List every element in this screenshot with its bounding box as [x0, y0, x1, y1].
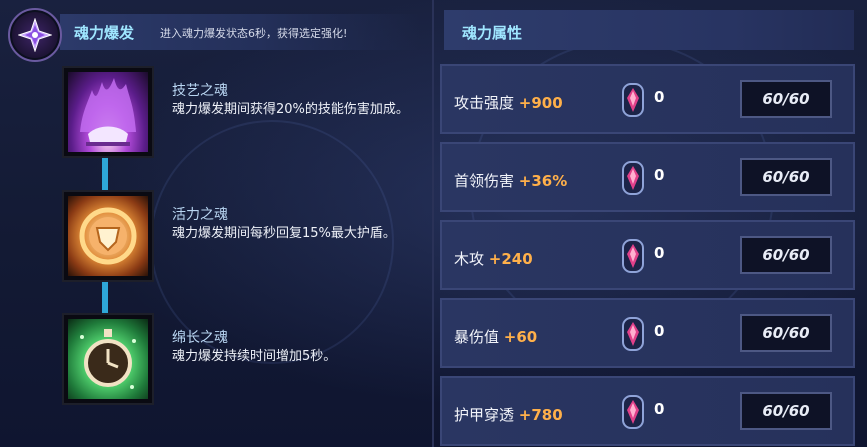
- gem-count: 0: [654, 88, 665, 106]
- attributes-title: 魂力属性: [462, 24, 523, 42]
- attribute-name: 攻击强度 +900: [454, 94, 563, 112]
- soul-burst-title: 魂力爆发: [74, 24, 135, 42]
- attribute-name: 木攻 +240: [454, 250, 533, 268]
- attribute-row[interactable]: 护甲穿透 +780 0 60/60: [440, 376, 855, 446]
- attribute-row[interactable]: 攻击强度 +900 0 60/60: [440, 64, 855, 134]
- skill-description: 魂力爆发持续时间增加5秒。: [172, 349, 337, 364]
- soul-gem-icon: [622, 395, 644, 429]
- gem-count: 0: [654, 166, 665, 184]
- gem-count: 0: [654, 244, 665, 262]
- attribute-cap: 60/60: [740, 314, 832, 352]
- attribute-name: 护甲穿透 +780: [454, 406, 563, 424]
- attribute-cap: 60/60: [740, 158, 832, 196]
- soul-crystal-icon[interactable]: [8, 8, 62, 62]
- attribute-bonus: +36%: [518, 172, 568, 190]
- soul-gem-icon: [622, 161, 644, 195]
- attribute-cap: 60/60: [740, 80, 832, 118]
- skill-description: 魂力爆发期间获得20%的技能伤害加成。: [172, 102, 409, 117]
- skill-connector: [102, 156, 108, 190]
- attribute-name: 暴伤值 +60: [454, 328, 538, 346]
- attribute-name: 首领伤害 +36%: [454, 172, 568, 190]
- attribute-row[interactable]: 木攻 +240 0 60/60: [440, 220, 855, 290]
- soul-burst-description: 进入魂力爆发状态6秒，获得选定强化!: [160, 27, 348, 40]
- green-stopwatch-icon[interactable]: [62, 313, 154, 405]
- gem-count: 0: [654, 400, 665, 418]
- gem-count: 0: [654, 322, 665, 340]
- attribute-row[interactable]: 暴伤值 +60 0 60/60: [440, 298, 855, 368]
- purple-flame-icon[interactable]: [62, 66, 154, 158]
- soul-gem-icon: [622, 317, 644, 351]
- attribute-bonus: +780: [518, 406, 563, 424]
- soul-gem-icon: [622, 239, 644, 273]
- golden-shield-icon[interactable]: [62, 190, 154, 282]
- skill-name: 技艺之魂: [172, 83, 228, 99]
- attribute-cap: 60/60: [740, 392, 832, 430]
- attribute-cap: 60/60: [740, 236, 832, 274]
- attribute-bonus: +900: [518, 94, 563, 112]
- skill-description: 魂力爆发期间每秒回复15%最大护盾。: [172, 226, 396, 241]
- attribute-bonus: +60: [503, 328, 538, 346]
- panel-divider: [432, 0, 434, 447]
- skill-name: 绵长之魂: [172, 330, 228, 346]
- skill-name: 活力之魂: [172, 207, 228, 223]
- attribute-bonus: +240: [488, 250, 533, 268]
- soul-gem-icon: [622, 83, 644, 117]
- skill-connector: [102, 281, 108, 313]
- attribute-row[interactable]: 首领伤害 +36% 0 60/60: [440, 142, 855, 212]
